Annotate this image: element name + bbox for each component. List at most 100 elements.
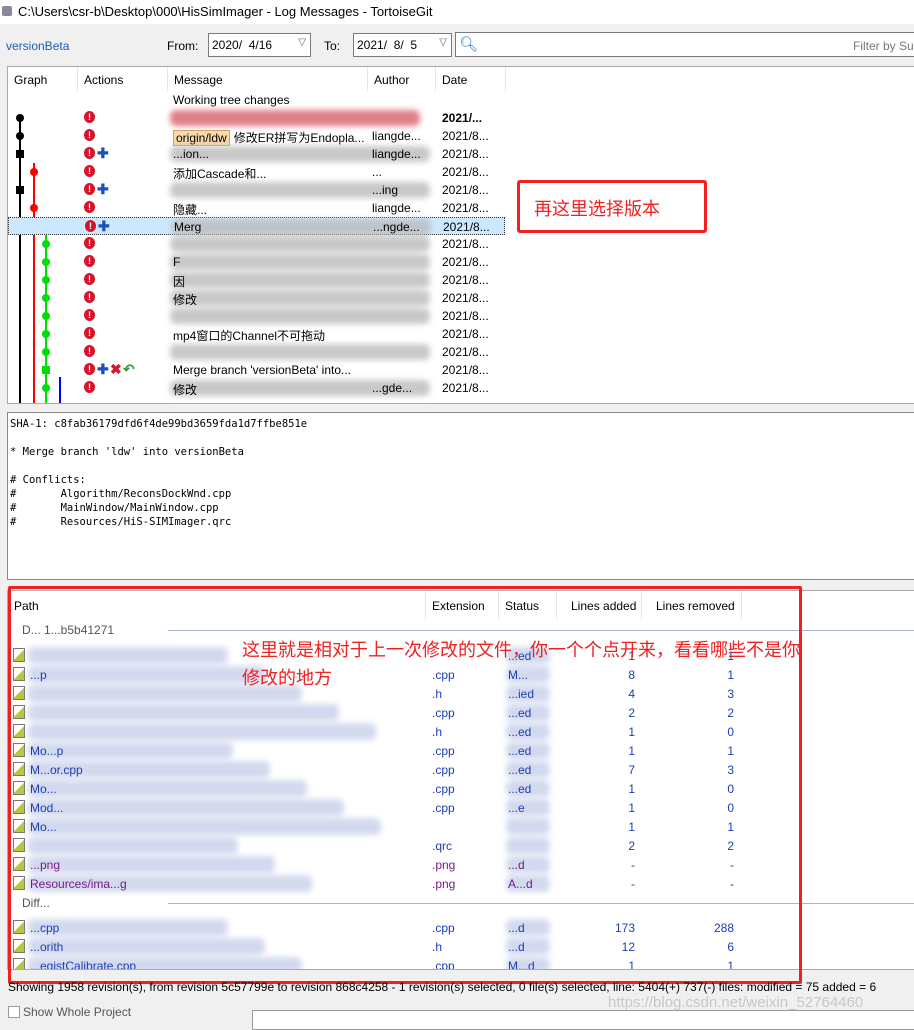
delete-icon: ✖: [110, 361, 122, 377]
conflict-icon: !: [84, 201, 95, 213]
commit-message-pane[interactable]: SHA-1: c8fab36179dfd6f4de99bd3659fda1d7f…: [7, 412, 914, 580]
status-bar: Showing 1958 revision(s), from revision …: [8, 980, 877, 994]
bottom-search-input[interactable]: [252, 1010, 914, 1030]
commit-date: 2021/8...: [442, 327, 489, 341]
log-row[interactable]: ! mp4窗口的Channel不可拖动 2021/8...: [8, 325, 505, 343]
conflict-icon: !: [84, 273, 95, 285]
commit-date: 2021/8...: [442, 183, 489, 197]
from-date-picker[interactable]: 2020/ 4/16 ▽: [208, 33, 311, 57]
commit-message: mp4窗口的Channel不可拖动: [173, 329, 326, 343]
revert-icon: ↶: [123, 361, 135, 377]
branch-link[interactable]: versionBeta: [6, 39, 69, 53]
col-author[interactable]: Author: [368, 67, 436, 91]
commit-author: ...: [372, 165, 383, 179]
watermark: https://blog.csdn.net/weixin_52764460: [608, 994, 864, 1011]
log-row[interactable]: ! ✚ ...ion... liangde... 2021/8...: [8, 145, 505, 163]
log-row[interactable]: ! 隐藏... liangde... 2021/8...: [8, 199, 505, 217]
from-label: From:: [167, 39, 199, 53]
chevron-down-icon: ▽: [439, 37, 447, 48]
commit-date: 2021/8...: [442, 165, 489, 179]
col-actions[interactable]: Actions: [78, 67, 168, 91]
commit-date: 2021/8...: [442, 363, 489, 377]
conflict-icon: !: [84, 381, 95, 393]
conflict-icon: !: [85, 220, 96, 232]
commit-date: 2021/8...: [442, 255, 489, 269]
log-row[interactable]: ! 因 2021/8...: [8, 271, 505, 289]
redacted-region: [170, 308, 430, 324]
commit-date: 2021/8...: [442, 147, 489, 161]
annotation-select-version: 再这里选择版本: [517, 180, 707, 233]
conflict-icon: !: [84, 183, 95, 195]
commit-message: Working tree changes: [173, 93, 290, 107]
log-row[interactable]: ! 2021/8...: [8, 235, 505, 253]
commit-date: 2021/8...: [442, 237, 489, 251]
commit-message: 添加Cascade和...: [173, 167, 267, 181]
filter-placeholder: Filter by Su: [853, 39, 914, 53]
log-list[interactable]: Graph Actions Message Author Date Workin…: [7, 66, 914, 404]
conflict-icon: !: [84, 363, 95, 375]
add-icon: ✚: [97, 145, 109, 161]
conflict-icon: !: [84, 309, 95, 321]
conflict-icon: !: [84, 345, 95, 357]
log-row[interactable]: ! 2021/8...: [8, 343, 505, 361]
app-icon: [2, 6, 12, 16]
add-icon: ✚: [97, 181, 109, 197]
commit-message: F: [173, 255, 181, 269]
conflict-icon: !: [84, 327, 95, 339]
commit-message: 修改: [173, 383, 198, 397]
log-row[interactable]: ! origin/ldw 修改ER拼写为Endopla... liangde... 20…: [8, 127, 505, 146]
add-icon: ✚: [98, 218, 110, 234]
commit-message: 隐藏...: [173, 203, 208, 217]
add-icon: ✚: [97, 361, 109, 377]
commit-date: 2021/8...: [442, 273, 489, 287]
log-row[interactable]: ! ✚ Merg ...ngde... 2021/8...: [8, 217, 505, 235]
commit-message: Merge branch 'versionBeta' into...: [173, 363, 352, 377]
commit-date: 2021/8...: [442, 381, 489, 395]
col-message[interactable]: Message: [168, 67, 368, 91]
commit-date: 2021/8...: [443, 220, 490, 234]
conflict-icon: !: [84, 291, 95, 303]
commit-date: 2021/8...: [442, 201, 489, 215]
commit-date: 2021/8...: [442, 345, 489, 359]
commit-author: ...ing: [372, 183, 399, 197]
log-row[interactable]: ! 2021/...: [8, 109, 505, 127]
log-row[interactable]: ! 修改 ...gde... 2021/8...: [8, 379, 505, 397]
col-date[interactable]: Date: [436, 67, 506, 91]
commit-message: 修改: [173, 293, 198, 307]
log-row[interactable]: ! 2021/8...: [8, 307, 505, 325]
log-row[interactable]: ! ✚ ✖ ↶ Merge branch 'versionBeta' into... 20…: [8, 361, 505, 379]
commit-author: ...ngde...: [373, 220, 420, 234]
commit-author: liangde...: [372, 147, 421, 161]
conflict-icon: !: [84, 147, 95, 159]
to-label: To:: [324, 39, 341, 53]
conflict-icon: !: [84, 165, 95, 177]
commit-message: 修改ER拼写为Endopla...: [233, 131, 365, 145]
commit-author: ...gde...: [372, 381, 413, 395]
checkbox[interactable]: [8, 1006, 20, 1018]
commit-message: 因: [173, 275, 186, 289]
window-title: C:\Users\csr-b\Desktop\000\HisSimImager …: [0, 0, 914, 24]
commit-message: ...ion...: [173, 147, 210, 161]
log-row[interactable]: ! F 2021/8...: [8, 253, 505, 271]
redacted-region: [170, 344, 430, 360]
commit-date: 2021/8...: [442, 309, 489, 323]
filter-input[interactable]: 🔍︎ Filter by Su: [455, 32, 914, 57]
show-whole-project-checkbox[interactable]: Show Whole Project: [8, 1005, 131, 1019]
conflict-icon: !: [84, 255, 95, 267]
log-row[interactable]: ! ✚ ...ing 2021/8...: [8, 181, 505, 199]
log-row[interactable]: ! 添加Cascade和...... 2021/8...: [8, 163, 505, 181]
commit-author: liangde...: [372, 201, 421, 215]
branch-badge: origin/ldw: [173, 130, 230, 146]
log-row[interactable]: ! 修改 2021/8...: [8, 289, 505, 307]
redacted-region: [170, 236, 430, 252]
chevron-down-icon: ▽: [298, 37, 306, 48]
to-date-picker[interactable]: 2021/ 8/ 5 ▽: [353, 33, 452, 57]
log-row[interactable]: Working tree changes: [8, 91, 505, 109]
to-date-value: 2021/ 8/ 5: [357, 38, 418, 52]
commit-date: 2021/...: [442, 111, 483, 125]
search-icon[interactable]: 🔍︎: [459, 35, 478, 53]
from-date-value: 2020/ 4/16: [212, 38, 273, 52]
show-whole-project-label: Show Whole Project: [23, 1005, 132, 1019]
redacted-region: [170, 110, 420, 126]
conflict-icon: !: [84, 111, 95, 123]
